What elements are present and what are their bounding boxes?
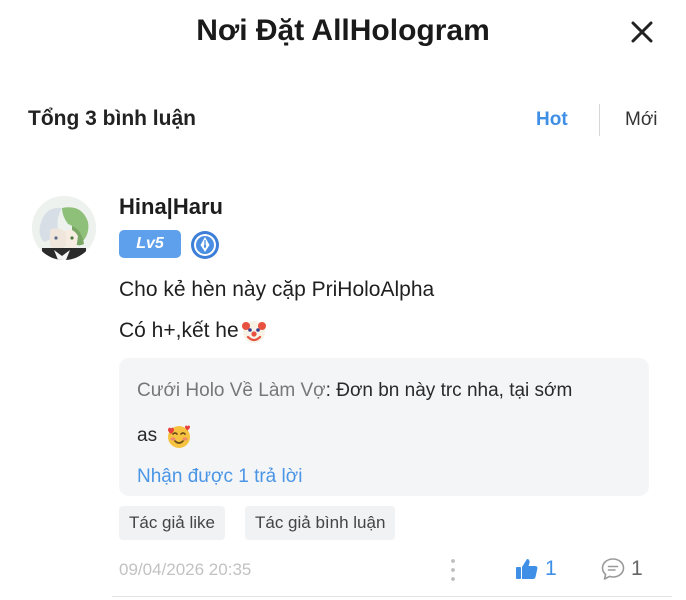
smiling-face-with-hearts-emoji bbox=[168, 425, 191, 448]
modal-title: Nơi Đặt AllHologram bbox=[196, 14, 490, 47]
sort-divider bbox=[599, 104, 600, 136]
like-button[interactable]: 1 bbox=[514, 554, 557, 584]
comment-text-line2-label: Có h+,kết he bbox=[119, 319, 239, 342]
avatar[interactable] bbox=[32, 196, 96, 260]
more-replies-link[interactable]: Nhận được 1 trả lời bbox=[137, 466, 302, 488]
reply-author[interactable]: Cưới Holo Về Làm Vợ bbox=[137, 380, 326, 401]
reply-separator: : bbox=[325, 380, 337, 401]
modal-header: Nơi Đặt AllHologram bbox=[0, 0, 686, 70]
reply-text: Cưới Holo Về Làm Vợ: Đơn bn này trc nha,… bbox=[137, 378, 637, 403]
more-options-icon[interactable] bbox=[448, 557, 458, 583]
reply-content-cont: as bbox=[137, 425, 158, 446]
pen-medal-icon bbox=[191, 231, 219, 259]
comment-timestamp: 09/04/2026 20:35 bbox=[119, 560, 252, 579]
avatar-image bbox=[32, 196, 96, 260]
reply-text-cont: as bbox=[137, 422, 193, 450]
thumbs-up-icon bbox=[516, 559, 538, 579]
clown-face-emoji bbox=[241, 321, 266, 343]
comment-text-line1: Cho kẻ hèn này cặp PriHoloAlpha bbox=[119, 278, 435, 301]
reply-content: Đơn bn này trc nha, tại sớm bbox=[336, 380, 573, 401]
level-badge: Lv5 bbox=[119, 230, 181, 258]
comment-bubble-icon bbox=[601, 558, 625, 580]
comments-bar: Tổng 3 bình luận Hot Mới bbox=[0, 100, 686, 140]
sort-hot-tab[interactable]: Hot bbox=[536, 109, 568, 131]
divider bbox=[112, 596, 672, 597]
comment-count: Tổng 3 bình luận bbox=[28, 107, 196, 130]
comment-text-line2: Có h+,kết he bbox=[119, 317, 268, 345]
close-icon[interactable] bbox=[628, 18, 656, 46]
comment-item: Hina|Haru Lv5 Cho kẻ hèn này cặp PriHolo… bbox=[0, 190, 686, 600]
author-like-tag: Tác giả like bbox=[119, 506, 225, 540]
reply-count: 1 bbox=[631, 557, 643, 580]
reply-button[interactable]: 1 bbox=[600, 554, 643, 584]
like-count: 1 bbox=[545, 557, 557, 580]
sort-new-tab[interactable]: Mới bbox=[625, 109, 658, 131]
username[interactable]: Hina|Haru bbox=[119, 194, 223, 220]
reply-preview[interactable]: Cưới Holo Về Làm Vợ: Đơn bn này trc nha,… bbox=[119, 358, 649, 496]
author-reply-tag: Tác giả bình luận bbox=[245, 506, 396, 540]
